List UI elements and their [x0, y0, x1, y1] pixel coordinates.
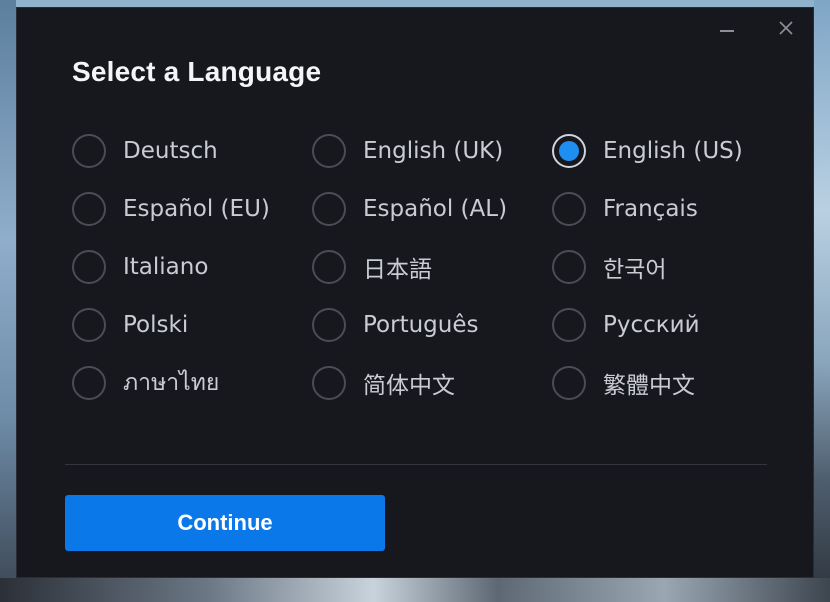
- language-option-japanese[interactable]: 日本語: [312, 248, 552, 286]
- language-label: Español (EU): [123, 196, 270, 222]
- radio-button[interactable]: [72, 192, 106, 226]
- minimize-icon: [720, 30, 734, 32]
- radio-button[interactable]: [552, 192, 586, 226]
- language-label: Русский: [603, 312, 700, 338]
- language-label: 日本語: [363, 257, 432, 283]
- language-options: Deutsch English (UK) English (US) Españo…: [72, 132, 792, 422]
- language-option-traditional-chinese[interactable]: 繁體中文: [552, 364, 792, 402]
- desktop-background-bottom: [0, 578, 830, 602]
- language-label: Français: [603, 196, 698, 222]
- close-button[interactable]: [772, 16, 800, 40]
- language-option-english-uk[interactable]: English (UK): [312, 132, 552, 170]
- language-option-korean[interactable]: 한국어: [552, 248, 792, 286]
- radio-button[interactable]: [312, 366, 346, 400]
- language-label: ภาษาไทย: [123, 370, 220, 396]
- language-label: 繁體中文: [603, 373, 695, 399]
- radio-button[interactable]: [72, 134, 106, 168]
- language-label: English (UK): [363, 138, 504, 164]
- desktop-background-right: [814, 0, 830, 602]
- language-option-espanol-al[interactable]: Español (AL): [312, 190, 552, 228]
- radio-button-selected[interactable]: [552, 134, 586, 168]
- radio-button[interactable]: [72, 250, 106, 284]
- language-option-francais[interactable]: Français: [552, 190, 792, 228]
- radio-button[interactable]: [552, 366, 586, 400]
- language-label: English (US): [603, 138, 743, 164]
- desktop-background-left: [0, 0, 16, 602]
- dialog-title: Select a Language: [72, 56, 322, 87]
- radio-button[interactable]: [552, 250, 586, 284]
- language-option-espanol-eu[interactable]: Español (EU): [72, 190, 312, 228]
- language-label: Português: [363, 312, 479, 338]
- continue-button[interactable]: Continue: [65, 495, 385, 551]
- radio-button[interactable]: [312, 250, 346, 284]
- radio-button[interactable]: [72, 366, 106, 400]
- language-dialog: Select a Language Deutsch English (UK) E…: [16, 7, 814, 578]
- language-option-english-us[interactable]: English (US): [552, 132, 792, 170]
- minimize-button[interactable]: [713, 16, 741, 40]
- radio-button[interactable]: [312, 134, 346, 168]
- language-label: Español (AL): [363, 196, 508, 222]
- close-icon: [779, 21, 793, 35]
- radio-button[interactable]: [312, 308, 346, 342]
- radio-button[interactable]: [312, 192, 346, 226]
- language-option-deutsch[interactable]: Deutsch: [72, 132, 312, 170]
- language-option-italiano[interactable]: Italiano: [72, 248, 312, 286]
- radio-button[interactable]: [552, 308, 586, 342]
- language-option-polski[interactable]: Polski: [72, 306, 312, 344]
- radio-selected-dot: [559, 141, 579, 161]
- language-option-thai[interactable]: ภาษาไทย: [72, 364, 312, 402]
- language-label: 简体中文: [363, 373, 455, 399]
- language-option-russian[interactable]: Русский: [552, 306, 792, 344]
- language-label: Deutsch: [123, 138, 218, 164]
- language-label: Polski: [123, 312, 189, 338]
- radio-button[interactable]: [72, 308, 106, 342]
- divider: [65, 464, 767, 465]
- language-label: Italiano: [123, 254, 209, 280]
- language-option-simplified-chinese[interactable]: 简体中文: [312, 364, 552, 402]
- language-label: 한국어: [603, 257, 667, 283]
- language-option-portugues[interactable]: Português: [312, 306, 552, 344]
